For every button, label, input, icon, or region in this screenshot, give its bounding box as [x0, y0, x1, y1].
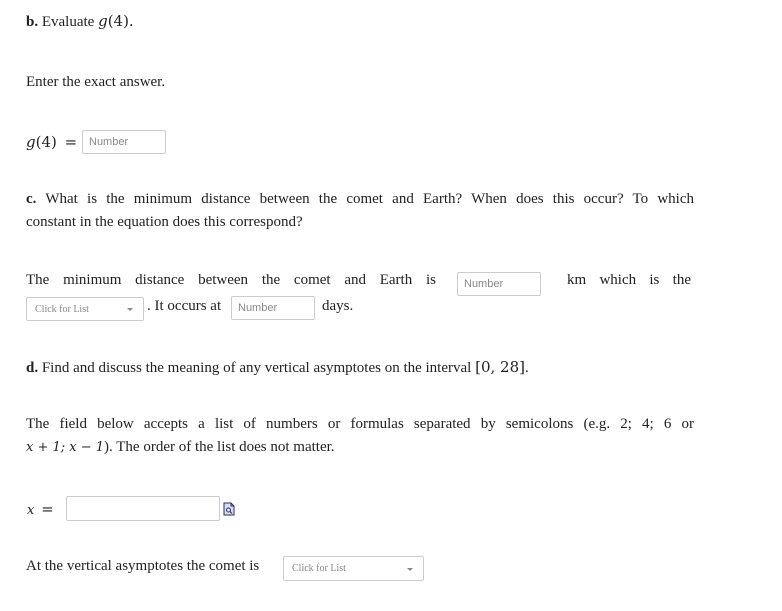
answer-lhs-func: g [26, 133, 36, 151]
g4-answer-input[interactable]: Number [82, 130, 166, 154]
chevron-down-icon [407, 567, 413, 571]
list-help-example-math: x + 1; x − 1 [26, 440, 105, 455]
km-which-is-the-text: km which is the [567, 272, 691, 288]
answer-equals: = [64, 133, 78, 151]
x-equals-sign: = [41, 500, 54, 518]
days-input[interactable]: Number [231, 296, 315, 320]
part-b-answer-lhs: g(4) = [26, 133, 77, 152]
part-c-question-line1: c. What is the minimum distance between … [26, 191, 694, 208]
days-placeholder: Number [238, 302, 278, 314]
min-distance-placeholder: Number [464, 278, 504, 290]
part-b-func: g [98, 12, 108, 30]
part-c-question-text: What is the minimum distance between the… [45, 191, 694, 207]
list-help-rest: ). The order of the list does not matter… [104, 439, 335, 455]
x-var: x [27, 503, 35, 518]
part-d-question: Find and discuss the meaning of any vert… [41, 360, 472, 376]
part-b-heading: b. Evaluate g(4). [26, 12, 134, 31]
occurs-at-text: . It occurs at [147, 298, 222, 314]
part-b-arg: (4). [107, 12, 134, 30]
part-d-label: d. [26, 360, 39, 376]
part-d-period: . [524, 360, 529, 376]
list-help-line1: The field below accepts a list of number… [26, 416, 694, 432]
min-distance-input[interactable]: Number [457, 272, 541, 296]
asymptote-dropdown[interactable]: Click for List [283, 556, 424, 581]
part-b-instruction: Enter the exact answer. [26, 74, 166, 90]
asymptote-dropdown-placeholder: Click for List [292, 563, 346, 574]
g4-answer-placeholder: Number [89, 136, 129, 148]
part-c-label: c. [26, 191, 37, 207]
chevron-down-icon [127, 308, 133, 311]
preview-document-icon [223, 502, 235, 516]
constant-dropdown[interactable]: Click for List [26, 297, 144, 321]
asymptotes-list-input[interactable] [66, 496, 220, 521]
days-text: days. [322, 298, 354, 314]
list-help-line2: x + 1; x − 1). The order of the list doe… [26, 439, 335, 456]
asymptote-sentence: At the vertical asymptotes the comet is [26, 558, 260, 574]
part-d-heading: d. Find and discuss the meaning of any v… [26, 358, 529, 377]
x-equals-label: x = [27, 500, 54, 519]
min-distance-sentence: The minimum distance between the comet a… [26, 272, 436, 288]
constant-dropdown-placeholder: Click for List [35, 303, 89, 315]
part-b-text: Evaluate [41, 14, 95, 30]
part-b-label: b. [26, 14, 39, 30]
answer-lhs-arg: (4) [35, 133, 57, 151]
part-c-question-line2: constant in the equation does this corre… [26, 214, 303, 230]
formula-preview-icon[interactable] [223, 502, 235, 516]
part-d-interval: [0, 28] [475, 358, 525, 376]
